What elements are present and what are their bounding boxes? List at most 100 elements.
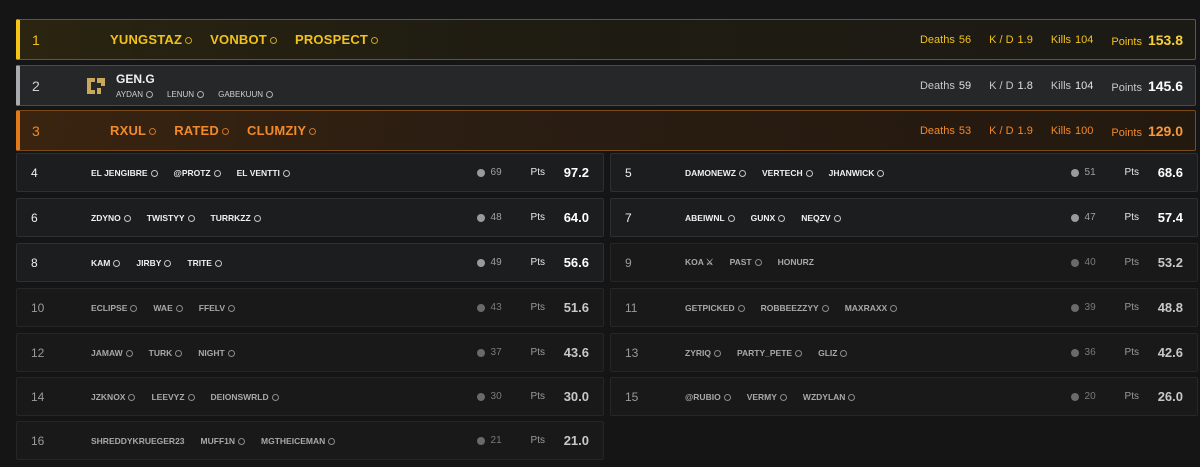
platform-icon [795,349,803,357]
leaderboard-row-10[interactable]: 10 ECLIPSE WAE FFELV 43 Pts 51.6 [16,288,604,327]
player-name[interactable]: PAST [730,257,762,268]
player-name[interactable]: WAE [153,303,183,313]
player-name[interactable]: GETPICKED [685,303,745,313]
platform-icon [328,437,336,445]
skull-icon [476,213,485,222]
deaths-stat: Deaths 56 [919,33,972,46]
leaderboard-row-15[interactable]: 15 @RUBIO VERMY WZDYLAN 20 Pts 26.0 [610,377,1198,416]
player-name[interactable]: KAM [91,258,121,268]
points-stat: Points 153.8 [1111,31,1183,48]
platform-icon [125,349,133,357]
team-stats: Deaths 53 K / D 1.9 Kills 100 Points 129.0 [920,123,1195,139]
points-value: 26.0 [1157,389,1183,404]
player-name[interactable]: @RUBIO [685,392,731,402]
player-name[interactable]: JAMAW [91,348,133,358]
player-name[interactable]: NEQZV [801,213,841,223]
points-value: 51.6 [563,300,589,315]
rank-number: 10 [31,300,45,315]
skull-icon [1070,213,1079,222]
platform-icon [185,37,193,45]
player-name[interactable]: DAMONEWZ [685,168,746,178]
points-value: 68.6 [1157,165,1183,180]
player-name[interactable]: ZDYNO [91,213,131,223]
leaderboard-row-3[interactable]: 3 RXUL RATED CLUMZIY Deaths 53 K / D 1.9 K… [16,110,1196,151]
platform-icon [309,128,317,136]
player-name[interactable]: GLIZ [818,348,848,358]
platform-icon [150,169,158,177]
player-name[interactable]: NIGHT [198,348,235,358]
player-name[interactable]: MGTHEICEMAN [261,436,336,446]
player-name[interactable]: VERTECH [762,168,813,178]
player-name[interactable]: GUNX [751,213,786,223]
player-name[interactable]: TWISTYY [147,213,195,223]
player-name[interactable]: EL VENTTI [237,168,290,178]
leaderboard-row-5[interactable]: 5 DAMONEWZ VERTECH JHANWICK 51 Pts 68.6 [610,153,1198,192]
skull-icon [476,168,485,177]
player-list: RXUL RATED CLUMZIY [110,123,317,138]
player-name[interactable]: MAXRAXX [845,303,898,313]
player-list: AYDAN LENUN GABEKUUN [116,90,273,99]
leaderboard-row-9[interactable]: 9 KOA ⚔ PAST HONURZ 40 Pts 53.2 [610,243,1198,282]
player-name[interactable]: PARTY_PETE [737,348,803,358]
player-name[interactable]: JIRBY [136,258,172,268]
kills-stat: Kills 100 [1050,124,1094,137]
skull-icon [1070,348,1079,357]
player-name[interactable]: PROSPECT [295,32,379,47]
kills-count: 69 [490,167,502,178]
player-name[interactable]: RXUL [110,123,157,138]
player-name[interactable]: VERMY [747,392,787,402]
player-name[interactable]: HONURZ [778,257,814,268]
player-list: ABEIWNL GUNX NEQZV [685,213,841,223]
player-name[interactable]: GABEKUUN [218,90,273,99]
platform-icon [821,304,829,312]
player-name[interactable]: LENUN [167,90,205,99]
leaderboard-row-8[interactable]: 8 KAM JIRBY TRITE 49 Pts 56.6 [16,243,604,282]
leaderboard-row-1[interactable]: 1 YUNGSTAZ VONBOT PROSPECT Deaths 56 K / … [16,19,1196,60]
leaderboard-row-13[interactable]: 13 ZYRIQ PARTY_PETE GLIZ 36 Pts 42.6 [610,333,1198,372]
kills-count: 47 [1084,212,1096,223]
platform-icon [282,169,290,177]
player-name[interactable]: ABEIWNL [685,213,735,223]
leaderboard-row-2[interactable]: 2 GEN.G AYDAN LENUN GABEKUUN Deaths 59 K … [16,65,1196,106]
player-name[interactable]: SHREDDYKRUEGER23 [91,436,185,446]
player-name[interactable]: WZDYLAN [803,392,856,402]
platform-icon [227,349,235,357]
player-name[interactable]: JZKNOX [91,392,136,402]
player-name[interactable]: ZYRIQ [685,348,721,358]
platform-icon [238,437,246,445]
kills-count: 43 [490,302,502,313]
player-name[interactable]: DEIONSWRLD [211,392,279,402]
player-list: ECLIPSE WAE FFELV [91,303,236,313]
player-name[interactable]: EL JENGIBRE [91,168,158,178]
leaderboard-row-14[interactable]: 14 JZKNOX LEEVYZ DEIONSWRLD 30 Pts 30.0 [16,377,604,416]
platform-icon [213,169,221,177]
player-name[interactable]: YUNGSTAZ [110,32,193,47]
player-name[interactable]: MUFF1N [201,436,246,446]
leaderboard-row-12[interactable]: 12 JAMAW TURK NIGHT 37 Pts 43.6 [16,333,604,372]
player-name[interactable]: ECLIPSE [91,303,138,313]
player-name[interactable]: ROBBEEZZYY [761,303,829,313]
player-name[interactable]: AYDAN [116,90,153,99]
player-name[interactable]: FFELV [199,303,236,313]
player-name[interactable]: VONBOT [210,32,277,47]
team-name[interactable]: GEN.G [116,72,273,86]
leaderboard-row-11[interactable]: 11 GETPICKED ROBBEEZZYY MAXRAXX 39 Pts 4… [610,288,1198,327]
player-name[interactable]: CLUMZIY [247,123,317,138]
pts-label: Pts [1124,347,1139,358]
player-name[interactable]: TRITE [187,258,222,268]
leaderboard-row-7[interactable]: 7 ABEIWNL GUNX NEQZV 47 Pts 57.4 [610,198,1198,237]
player-name[interactable]: @PROTZ [174,168,221,178]
platform-icon [187,393,195,401]
player-name[interactable]: RATED [174,123,230,138]
player-name[interactable]: JHANWICK [829,168,885,178]
leaderboard-row-6[interactable]: 6 ZDYNO TWISTYY TURRKZZ 48 Pts 64.0 [16,198,604,237]
player-name[interactable]: KOA ⚔ [685,257,714,268]
player-list: @RUBIO VERMY WZDYLAN [685,392,856,402]
kills-count: 30 [490,391,502,402]
leaderboard-row-4[interactable]: 4 EL JENGIBRE @PROTZ EL VENTTI 69 Pts 97… [16,153,604,192]
platform-icon [371,37,379,45]
leaderboard-row-16[interactable]: 16 SHREDDYKRUEGER23 MUFF1N MGTHEICEMAN 2… [16,421,604,460]
player-name[interactable]: TURK [149,348,183,358]
player-name[interactable]: LEEVYZ [151,392,195,402]
player-name[interactable]: TURRKZZ [211,213,261,223]
